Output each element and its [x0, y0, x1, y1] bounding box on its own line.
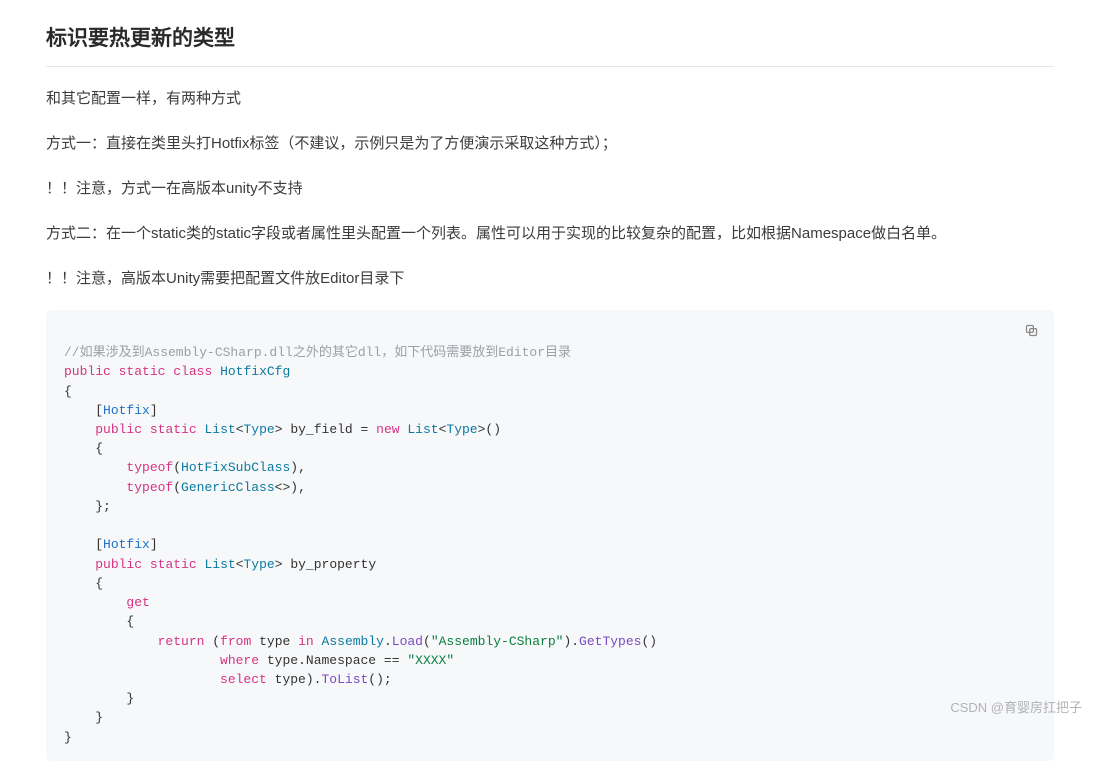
- ident: type: [275, 672, 306, 687]
- kw: new: [376, 422, 399, 437]
- type: HotfixCfg: [220, 364, 290, 379]
- ident: type: [259, 634, 290, 649]
- section-heading: 标识要热更新的类型: [46, 20, 1054, 67]
- kw: in: [298, 634, 314, 649]
- paragraph: ！！注意，高版本Unity需要把配置文件放Editor目录下: [46, 265, 1054, 292]
- prop: Namespace: [306, 653, 376, 668]
- code-comment: //如果涉及到Assembly-CSharp.dll之外的其它dll，如下代码需…: [64, 345, 571, 360]
- method: ToList: [321, 672, 368, 687]
- kw: public: [64, 364, 111, 379]
- ident: by_field: [290, 422, 352, 437]
- attr: Hotfix: [103, 403, 150, 418]
- type: List: [407, 422, 438, 437]
- kw: typeof: [126, 460, 173, 475]
- type: Type: [446, 422, 477, 437]
- type: GenericClass: [181, 480, 275, 495]
- ident: type: [267, 653, 298, 668]
- kw: public: [95, 557, 142, 572]
- kw: where: [220, 653, 259, 668]
- kw: from: [220, 634, 251, 649]
- kw: static: [150, 557, 197, 572]
- kw: typeof: [126, 480, 173, 495]
- kw: get: [126, 595, 149, 610]
- kw: return: [158, 634, 205, 649]
- kw: static: [119, 364, 166, 379]
- paragraph: 和其它配置一样，有两种方式: [46, 85, 1054, 112]
- string: "XXXX": [407, 653, 454, 668]
- ident: by_property: [290, 557, 376, 572]
- paragraph: 方式一：直接在类里头打Hotfix标签（不建议，示例只是为了方便演示采取这种方式…: [46, 130, 1054, 157]
- paragraph: 方式二：在一个static类的static字段或者属性里头配置一个列表。属性可以…: [46, 220, 1054, 247]
- method: GetTypes: [579, 634, 641, 649]
- type: List: [204, 557, 235, 572]
- type: HotFixSubClass: [181, 460, 290, 475]
- kw: class: [173, 364, 212, 379]
- kw: static: [150, 422, 197, 437]
- type: List: [204, 422, 235, 437]
- paragraph: ！！注意，方式一在高版本unity不支持: [46, 175, 1054, 202]
- method: Load: [392, 634, 423, 649]
- code-block: //如果涉及到Assembly-CSharp.dll之外的其它dll，如下代码需…: [46, 310, 1054, 761]
- kw: select: [220, 672, 267, 687]
- kw: public: [95, 422, 142, 437]
- type: Type: [244, 557, 275, 572]
- copy-icon[interactable]: [1020, 320, 1042, 342]
- op: ==: [384, 653, 400, 668]
- type: Assembly: [322, 634, 384, 649]
- type: Type: [244, 422, 275, 437]
- attr: Hotfix: [103, 537, 150, 552]
- string: "Assembly-CSharp": [431, 634, 564, 649]
